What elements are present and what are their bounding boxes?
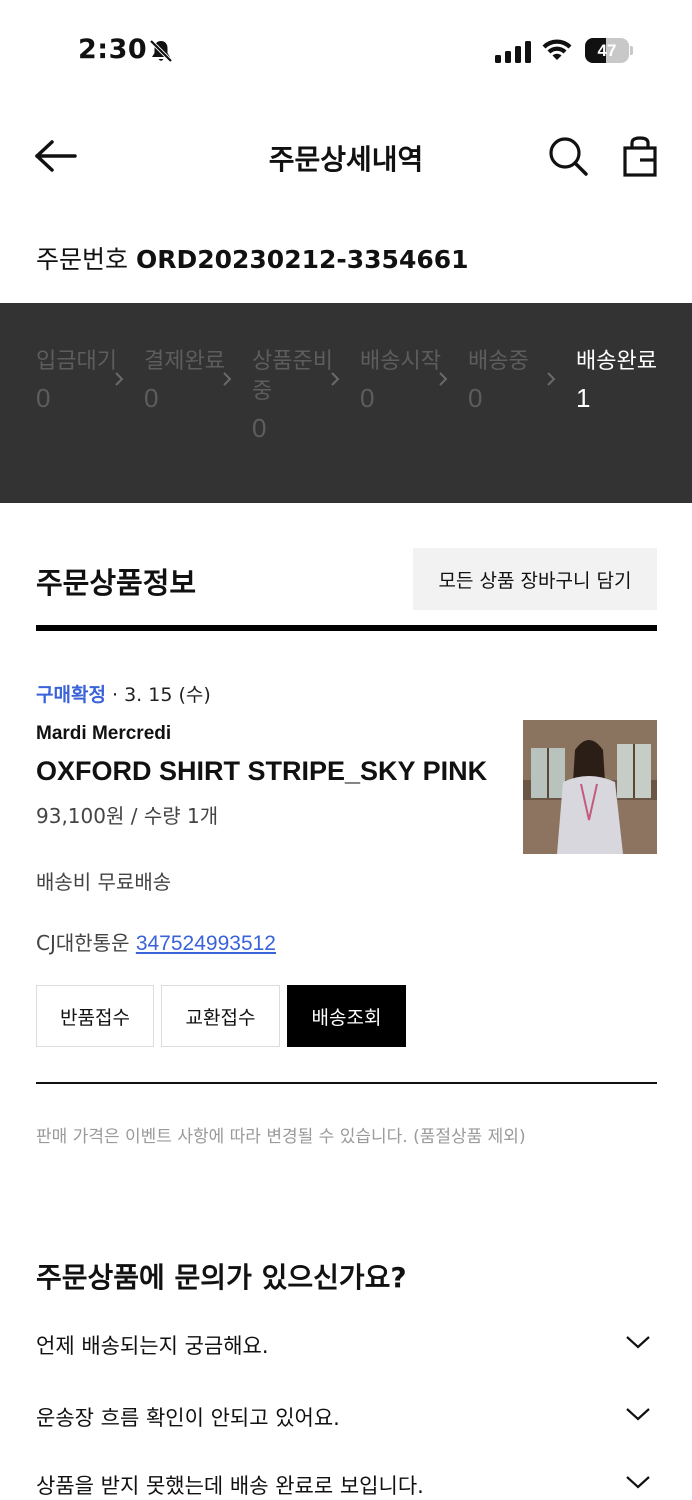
status-bar: 2:30 47 [0, 0, 692, 100]
chevron-right-icon [331, 372, 340, 386]
faq-item[interactable]: 상품을 받지 못했는데 배송 완료로 보입니다. [36, 1466, 657, 1500]
divider [36, 1082, 657, 1084]
nav-bar: 주문상세내역 [0, 120, 692, 192]
track-delivery-button[interactable]: 배송조회 [287, 985, 406, 1047]
status-badge: 구매확정 [36, 684, 106, 706]
faq-question: 상품을 받지 못했는데 배송 완료로 보입니다. [36, 1474, 424, 1498]
bell-off-icon [149, 39, 173, 63]
product-price-quantity: 93,100원 / 수량 1개 [36, 804, 219, 828]
product-brand[interactable]: Mardi Mercredi [36, 723, 171, 745]
chevron-right-icon [547, 372, 556, 386]
search-icon[interactable] [546, 134, 590, 178]
product-name[interactable]: OXFORD SHIRT STRIPE_SKY PINK [36, 756, 487, 787]
order-number: 주문번호 ORD20230212-3354661 [36, 240, 469, 276]
wifi-icon [542, 39, 572, 60]
exchange-request-button[interactable]: 교환접수 [161, 985, 280, 1047]
courier-info: CJ대한통운 347524993512 [36, 927, 276, 956]
status-date: 3. 15 (수) [124, 684, 211, 706]
shipping-fee: 배송비 무료배송 [36, 870, 172, 894]
shopping-bag-icon[interactable] [620, 134, 660, 178]
step-count: 1 [576, 383, 591, 413]
progress-step-delivered: 배송완료 1 [576, 347, 666, 414]
order-number-value: ORD20230212-3354661 [135, 245, 469, 274]
chevron-right-icon [223, 372, 232, 386]
delivery-progress: 입금대기 0 결제완료 0 상품준비중 0 배송시작 0 배송중 0 배송완료 … [0, 303, 692, 503]
faq-item[interactable]: 언제 배송되는지 궁금해요. [36, 1326, 657, 1366]
add-all-to-cart-button[interactable]: 모든 상품 장바구니 담기 [413, 548, 657, 610]
battery-level: 47 [597, 41, 617, 60]
divider [36, 625, 657, 631]
status-time: 2:30 [78, 34, 148, 65]
faq-item[interactable]: 운송장 흐름 확인이 안되고 있어요. [36, 1398, 657, 1438]
chevron-down-icon [626, 1408, 650, 1421]
price-notice: 판매 가격은 이벤트 사항에 따라 변경될 수 있습니다. (품절상품 제외) [36, 1127, 526, 1147]
faq-question: 운송장 흐름 확인이 안되고 있어요. [36, 1406, 340, 1430]
chevron-right-icon [439, 372, 448, 386]
chevron-down-icon [626, 1336, 650, 1349]
step-count: 0 [252, 413, 267, 443]
progress-step-preparing: 상품준비중 0 [252, 347, 342, 444]
tracking-number-link[interactable]: 347524993512 [136, 932, 276, 955]
section-title: 주문상품정보 [36, 566, 197, 600]
return-request-button[interactable]: 반품접수 [36, 985, 154, 1047]
product-image[interactable] [523, 720, 657, 854]
chevron-right-icon [115, 372, 124, 386]
step-label: 배송완료 [576, 349, 657, 374]
cellular-signal-icon [495, 41, 531, 63]
purchase-status: 구매확정 · 3. 15 (수) [36, 684, 211, 706]
order-number-label: 주문번호 [36, 245, 129, 274]
battery-icon: 47 [585, 38, 633, 63]
faq-question: 언제 배송되는지 궁금해요. [36, 1334, 269, 1358]
faq-title: 주문상품에 문의가 있으신가요? [36, 1261, 407, 1294]
courier-name: CJ대한통운 [36, 931, 130, 955]
chevron-down-icon [626, 1476, 650, 1489]
